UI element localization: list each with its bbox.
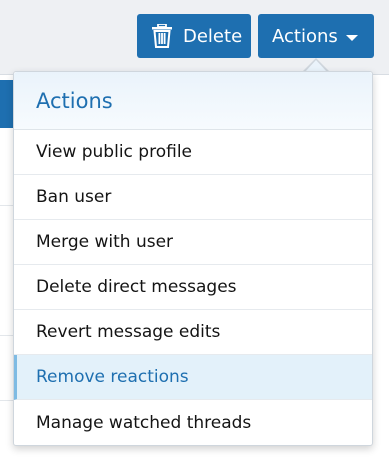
delete-button-label: Delete: [183, 25, 243, 47]
menu-item-ban-user[interactable]: Ban user: [14, 175, 372, 220]
menu-title: Actions: [14, 72, 372, 130]
menu-item-view-public-profile[interactable]: View public profile: [14, 130, 372, 175]
actions-button-label: Actions: [272, 25, 338, 47]
actions-dropdown-menu: Actions View public profile Ban user Mer…: [13, 71, 373, 446]
delete-button[interactable]: Delete: [137, 14, 251, 58]
menu-item-remove-reactions[interactable]: Remove reactions: [14, 355, 372, 400]
menu-item-merge-with-user[interactable]: Merge with user: [14, 220, 372, 265]
menu-item-manage-watched-threads[interactable]: Manage watched threads: [14, 400, 372, 445]
caret-down-icon: [345, 34, 358, 41]
menu-item-revert-message-edits[interactable]: Revert message edits: [14, 310, 372, 355]
actions-button[interactable]: Actions: [258, 14, 374, 58]
page: Delete Actions Actions View public profi…: [0, 0, 389, 459]
trash-icon: [151, 23, 173, 48]
menu-item-delete-direct-messages[interactable]: Delete direct messages: [14, 265, 372, 310]
